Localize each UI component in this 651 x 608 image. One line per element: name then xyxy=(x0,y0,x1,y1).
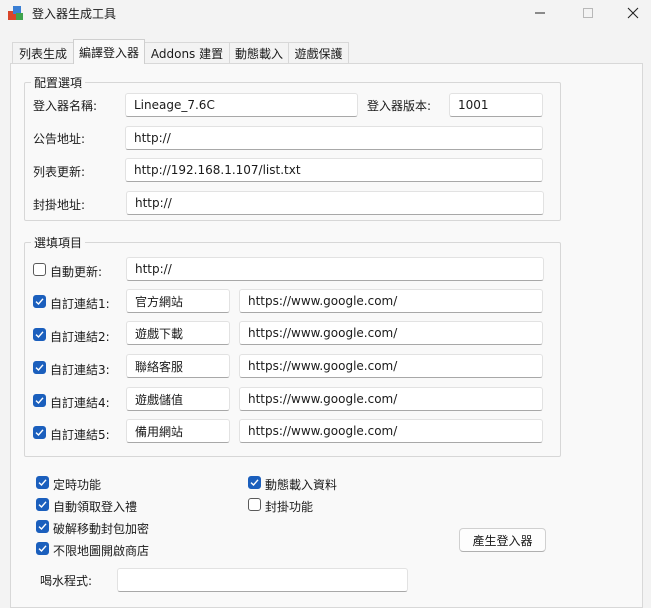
maximize-icon xyxy=(583,8,593,18)
unlimited-shop-checkbox[interactable] xyxy=(36,542,49,555)
link5-label: 自訂連結5: xyxy=(50,428,110,442)
link1-url-field[interactable]: https://www.google.com/ xyxy=(239,289,543,313)
dynamic-load-label: 動態載入資料 xyxy=(265,478,338,492)
check-icon xyxy=(38,501,47,509)
auto-update-field[interactable]: http:// xyxy=(126,257,544,281)
dynamic-load-checkbox[interactable] xyxy=(248,476,261,489)
crack-encrypt-label: 破解移動封包加密 xyxy=(53,522,150,536)
auto-update-label: 自動更新: xyxy=(50,265,103,279)
check-icon xyxy=(38,523,47,531)
ban-feature-checkbox[interactable] xyxy=(248,498,261,511)
check-icon xyxy=(35,364,44,372)
tab-addons-build[interactable]: Addons 建置 xyxy=(144,42,230,63)
launcher-name-label: 登入器名稱: xyxy=(33,99,98,113)
link5-url-field[interactable]: https://www.google.com/ xyxy=(239,419,543,443)
check-icon xyxy=(35,331,44,339)
link4-name-field[interactable]: 遊戲儲值 xyxy=(126,387,230,411)
timer-label: 定時功能 xyxy=(53,478,102,492)
auto-gift-checkbox[interactable] xyxy=(36,498,49,511)
auto-update-checkbox[interactable] xyxy=(33,263,46,276)
check-icon xyxy=(35,429,44,437)
list-update-label: 列表更新: xyxy=(33,165,86,179)
tab-game-protect[interactable]: 遊戲保護 xyxy=(288,42,349,63)
link4-label: 自訂連結4: xyxy=(50,396,110,410)
link3-name-field[interactable]: 聯絡客服 xyxy=(126,354,230,378)
unlimited-shop-label: 不限地圖開啟商店 xyxy=(53,544,150,558)
link2-url-field[interactable]: https://www.google.com/ xyxy=(239,321,543,345)
check-icon xyxy=(35,397,44,405)
maximize-button[interactable] xyxy=(568,2,608,24)
ban-feature-label: 封掛功能 xyxy=(265,500,314,514)
version-field[interactable]: 1001 xyxy=(449,93,543,117)
tab-dynamic-load[interactable]: 動態載入 xyxy=(229,42,289,63)
app-icon xyxy=(8,6,23,20)
config-legend: 配置選項 xyxy=(31,74,86,91)
link1-label: 自訂連結1: xyxy=(50,297,110,311)
link4-url-field[interactable]: https://www.google.com/ xyxy=(239,387,543,411)
check-icon xyxy=(250,479,259,487)
timer-checkbox[interactable] xyxy=(36,476,49,489)
link5-name-field[interactable]: 備用網站 xyxy=(126,419,230,443)
minimize-icon xyxy=(535,12,545,14)
close-button[interactable] xyxy=(613,2,651,24)
version-label: 登入器版本: xyxy=(367,99,432,113)
link1-name-field[interactable]: 官方網站 xyxy=(126,289,230,313)
check-icon xyxy=(38,479,47,487)
link3-label: 自訂連結3: xyxy=(50,363,110,377)
crack-encrypt-checkbox[interactable] xyxy=(36,520,49,533)
link1-checkbox[interactable] xyxy=(33,295,46,308)
link2-label: 自訂連結2: xyxy=(50,330,110,344)
notice-field[interactable]: http:// xyxy=(125,126,543,150)
tab-compile-launcher[interactable]: 編譯登入器 xyxy=(73,39,145,64)
link2-checkbox[interactable] xyxy=(33,328,46,341)
check-icon xyxy=(35,298,44,306)
list-update-field[interactable]: http://192.168.1.107/list.txt xyxy=(125,158,543,182)
link4-checkbox[interactable] xyxy=(33,394,46,407)
options-legend: 選填項目 xyxy=(31,234,86,251)
water-program-label: 喝水程式: xyxy=(40,574,93,588)
link2-name-field[interactable]: 遊戲下載 xyxy=(126,321,230,345)
auto-gift-label: 自動領取登入禮 xyxy=(53,500,138,514)
notice-label: 公告地址: xyxy=(33,132,86,146)
ban-label: 封掛地址: xyxy=(33,198,86,212)
tab-list-generate[interactable]: 列表生成 xyxy=(12,42,74,63)
link3-checkbox[interactable] xyxy=(33,361,46,374)
window-title: 登入器生成工具 xyxy=(32,7,117,21)
ban-field[interactable]: http:// xyxy=(126,191,544,215)
launcher-name-field[interactable]: Lineage_7.6C xyxy=(125,93,358,117)
generate-launcher-button[interactable]: 產生登入器 xyxy=(459,528,546,552)
link5-checkbox[interactable] xyxy=(33,426,46,439)
water-program-field[interactable] xyxy=(117,568,408,592)
close-icon xyxy=(627,7,639,19)
minimize-button[interactable] xyxy=(520,2,560,24)
title-bar: 登入器生成工具 xyxy=(0,0,651,30)
check-icon xyxy=(38,545,47,553)
link3-url-field[interactable]: https://www.google.com/ xyxy=(239,354,543,378)
